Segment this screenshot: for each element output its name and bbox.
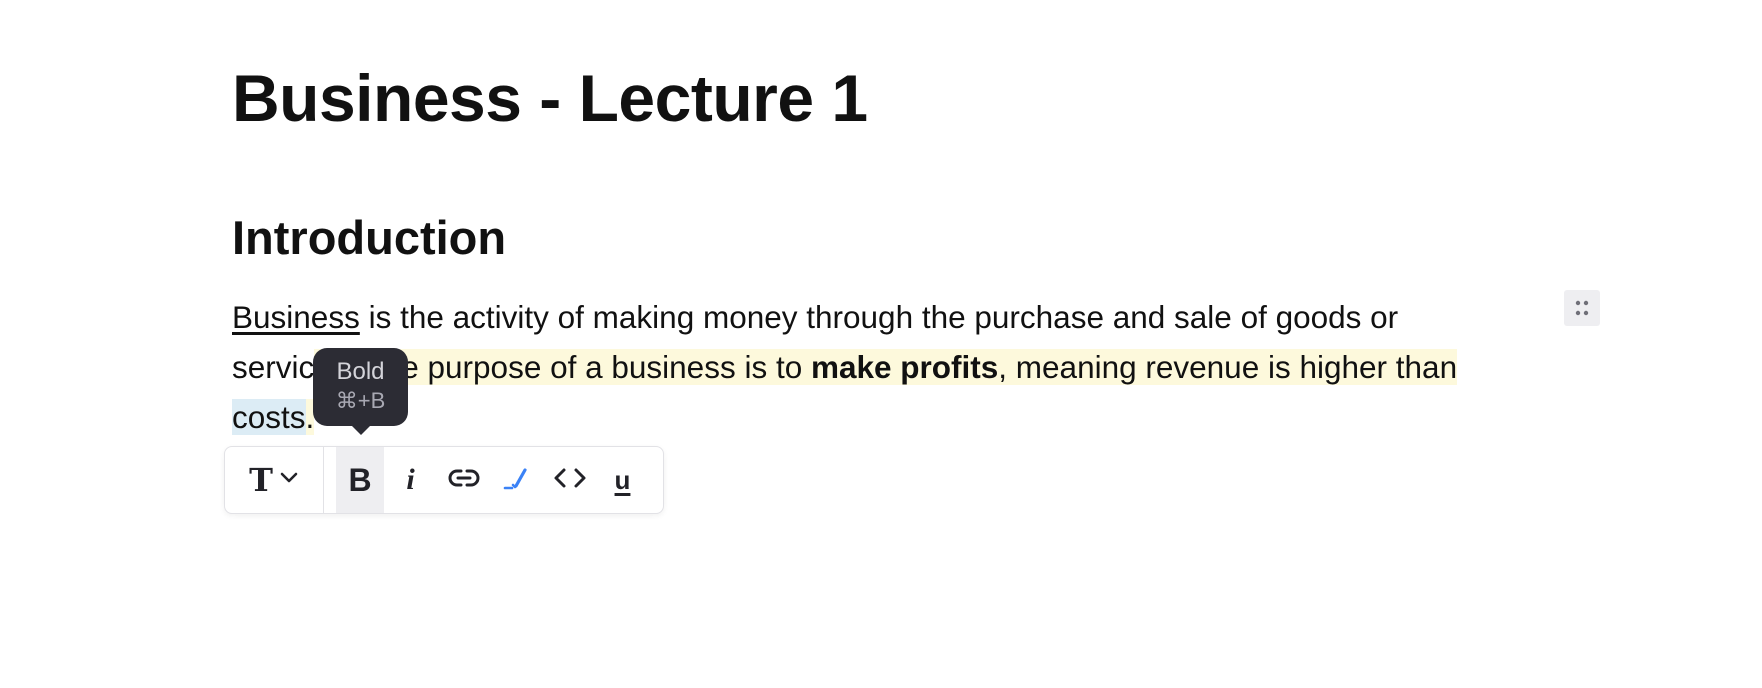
italic-button[interactable]: i [384, 447, 437, 513]
drag-handle-icon[interactable] [1564, 290, 1600, 326]
bold-text: make profits [810, 349, 999, 385]
editor-page: Business - Lecture 1 Introduction Busine… [0, 0, 1762, 688]
chevron-down-icon [279, 471, 299, 490]
italic-icon: i [406, 463, 415, 496]
toolbar-divider [323, 447, 324, 513]
link-button[interactable] [437, 447, 490, 513]
underlined-word[interactable]: Business [232, 299, 360, 335]
paragraph-block[interactable]: Business is the activity of making money… [232, 292, 1522, 442]
code-icon [553, 466, 587, 495]
text-type-icon: T [249, 461, 273, 499]
highlight-icon [502, 464, 532, 497]
document-title[interactable]: Business - Lecture 1 [232, 58, 868, 138]
text-type-dropdown[interactable]: T [225, 447, 323, 513]
highlight-button[interactable] [490, 447, 543, 513]
underline-button[interactable]: u [596, 447, 649, 513]
highlighted-text-2: , meaning revenue is higher than [998, 349, 1458, 385]
tooltip-label: Bold [336, 358, 385, 385]
bold-icon: B [348, 461, 372, 498]
selected-text[interactable]: costs [232, 399, 306, 435]
bold-button[interactable]: B [336, 447, 384, 513]
bold-tooltip: Bold ⌘+B [313, 348, 408, 435]
code-button[interactable] [543, 447, 596, 513]
link-icon [448, 466, 480, 495]
tooltip-shortcut: ⌘+B [335, 388, 386, 413]
underline-icon: u [614, 464, 631, 495]
formatting-toolbar: T B i u [224, 446, 664, 514]
section-heading[interactable]: Introduction [232, 208, 506, 268]
